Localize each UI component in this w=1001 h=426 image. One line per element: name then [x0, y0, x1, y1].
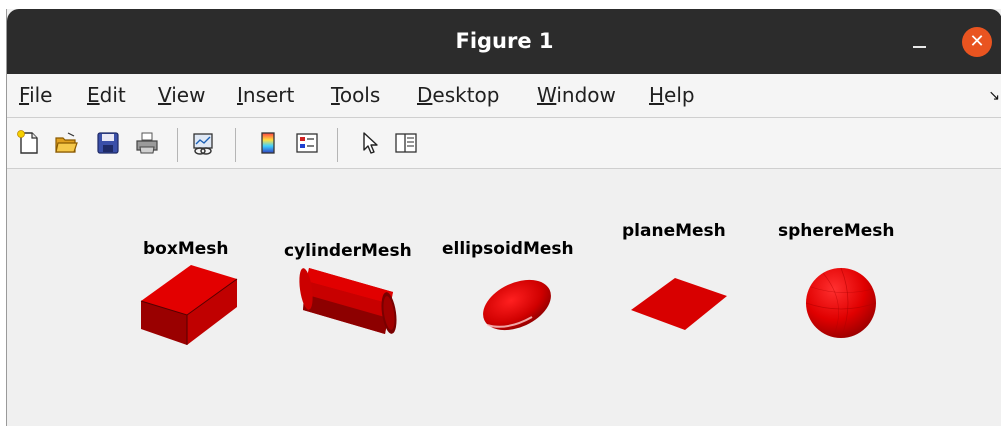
toolbar	[7, 118, 1001, 169]
plane-mesh-title: planeMesh	[622, 221, 726, 241]
legend-icon	[296, 133, 318, 153]
toolbar-separator	[177, 128, 178, 162]
cylinder-mesh-title: cylinderMesh	[284, 241, 412, 261]
menu-file[interactable]: File	[19, 83, 52, 107]
menu-tools[interactable]: Tools	[331, 83, 380, 107]
ellipsoid-mesh-plot[interactable]	[477, 269, 557, 339]
window-title: Figure 1	[455, 29, 554, 53]
close-icon: ✕	[969, 31, 985, 52]
menu-desktop[interactable]: Desktop	[417, 83, 500, 107]
close-button[interactable]: ✕	[962, 27, 992, 57]
link-plot-button[interactable]	[190, 130, 216, 156]
menu-insert[interactable]: Insert	[237, 83, 294, 107]
box-mesh-title: boxMesh	[143, 239, 229, 259]
colorbar-icon	[261, 132, 275, 154]
toolbar-separator	[235, 128, 236, 162]
title-bar[interactable]: Figure 1 ✕	[7, 9, 1001, 74]
ellipsoid-mesh-body	[483, 279, 551, 331]
figure-window: Figure 1 ✕ File Edit View Insert Tools D…	[6, 9, 1001, 426]
menu-bar: File Edit View Insert Tools Desktop Wind…	[7, 74, 1001, 118]
toolbar-separator	[337, 128, 338, 162]
pointer-button[interactable]	[357, 130, 383, 156]
save-button[interactable]	[95, 130, 121, 156]
figure-canvas[interactable]: boxMesh cylinderMesh ellipsoidMesh plane…	[7, 169, 1001, 426]
plane-mesh-surface	[631, 278, 727, 330]
property-inspector-icon	[395, 133, 417, 153]
new-figure-button[interactable]	[15, 130, 41, 156]
cylinder-mesh-plot[interactable]	[297, 264, 407, 344]
open-file-button[interactable]	[53, 130, 79, 156]
colorbar-button[interactable]	[255, 130, 281, 156]
print-icon	[136, 132, 158, 154]
link-plot-icon	[193, 133, 213, 155]
ellipsoid-mesh-title: ellipsoidMesh	[442, 239, 574, 259]
legend-button[interactable]	[294, 130, 320, 156]
sphere-mesh-title: sphereMesh	[778, 221, 895, 241]
menu-window[interactable]: Window	[537, 83, 616, 107]
menu-edit[interactable]: Edit	[87, 83, 126, 107]
menu-help[interactable]: Help	[649, 83, 695, 107]
print-button[interactable]	[134, 130, 160, 156]
sphere-mesh-body	[806, 268, 876, 338]
minimize-button[interactable]	[907, 28, 933, 54]
menu-overflow-icon[interactable]: ↘	[988, 88, 1000, 104]
box-mesh-plot[interactable]	[133, 259, 243, 349]
property-inspector-button[interactable]	[393, 130, 419, 156]
minimize-icon	[913, 46, 926, 48]
plane-mesh-plot[interactable]	[627, 274, 737, 334]
new-figure-icon	[17, 130, 38, 154]
save-icon	[97, 132, 119, 154]
sphere-mesh-plot[interactable]	[803, 265, 879, 341]
pointer-icon	[363, 132, 378, 154]
open-file-icon	[55, 132, 78, 153]
menu-view[interactable]: View	[158, 83, 205, 107]
